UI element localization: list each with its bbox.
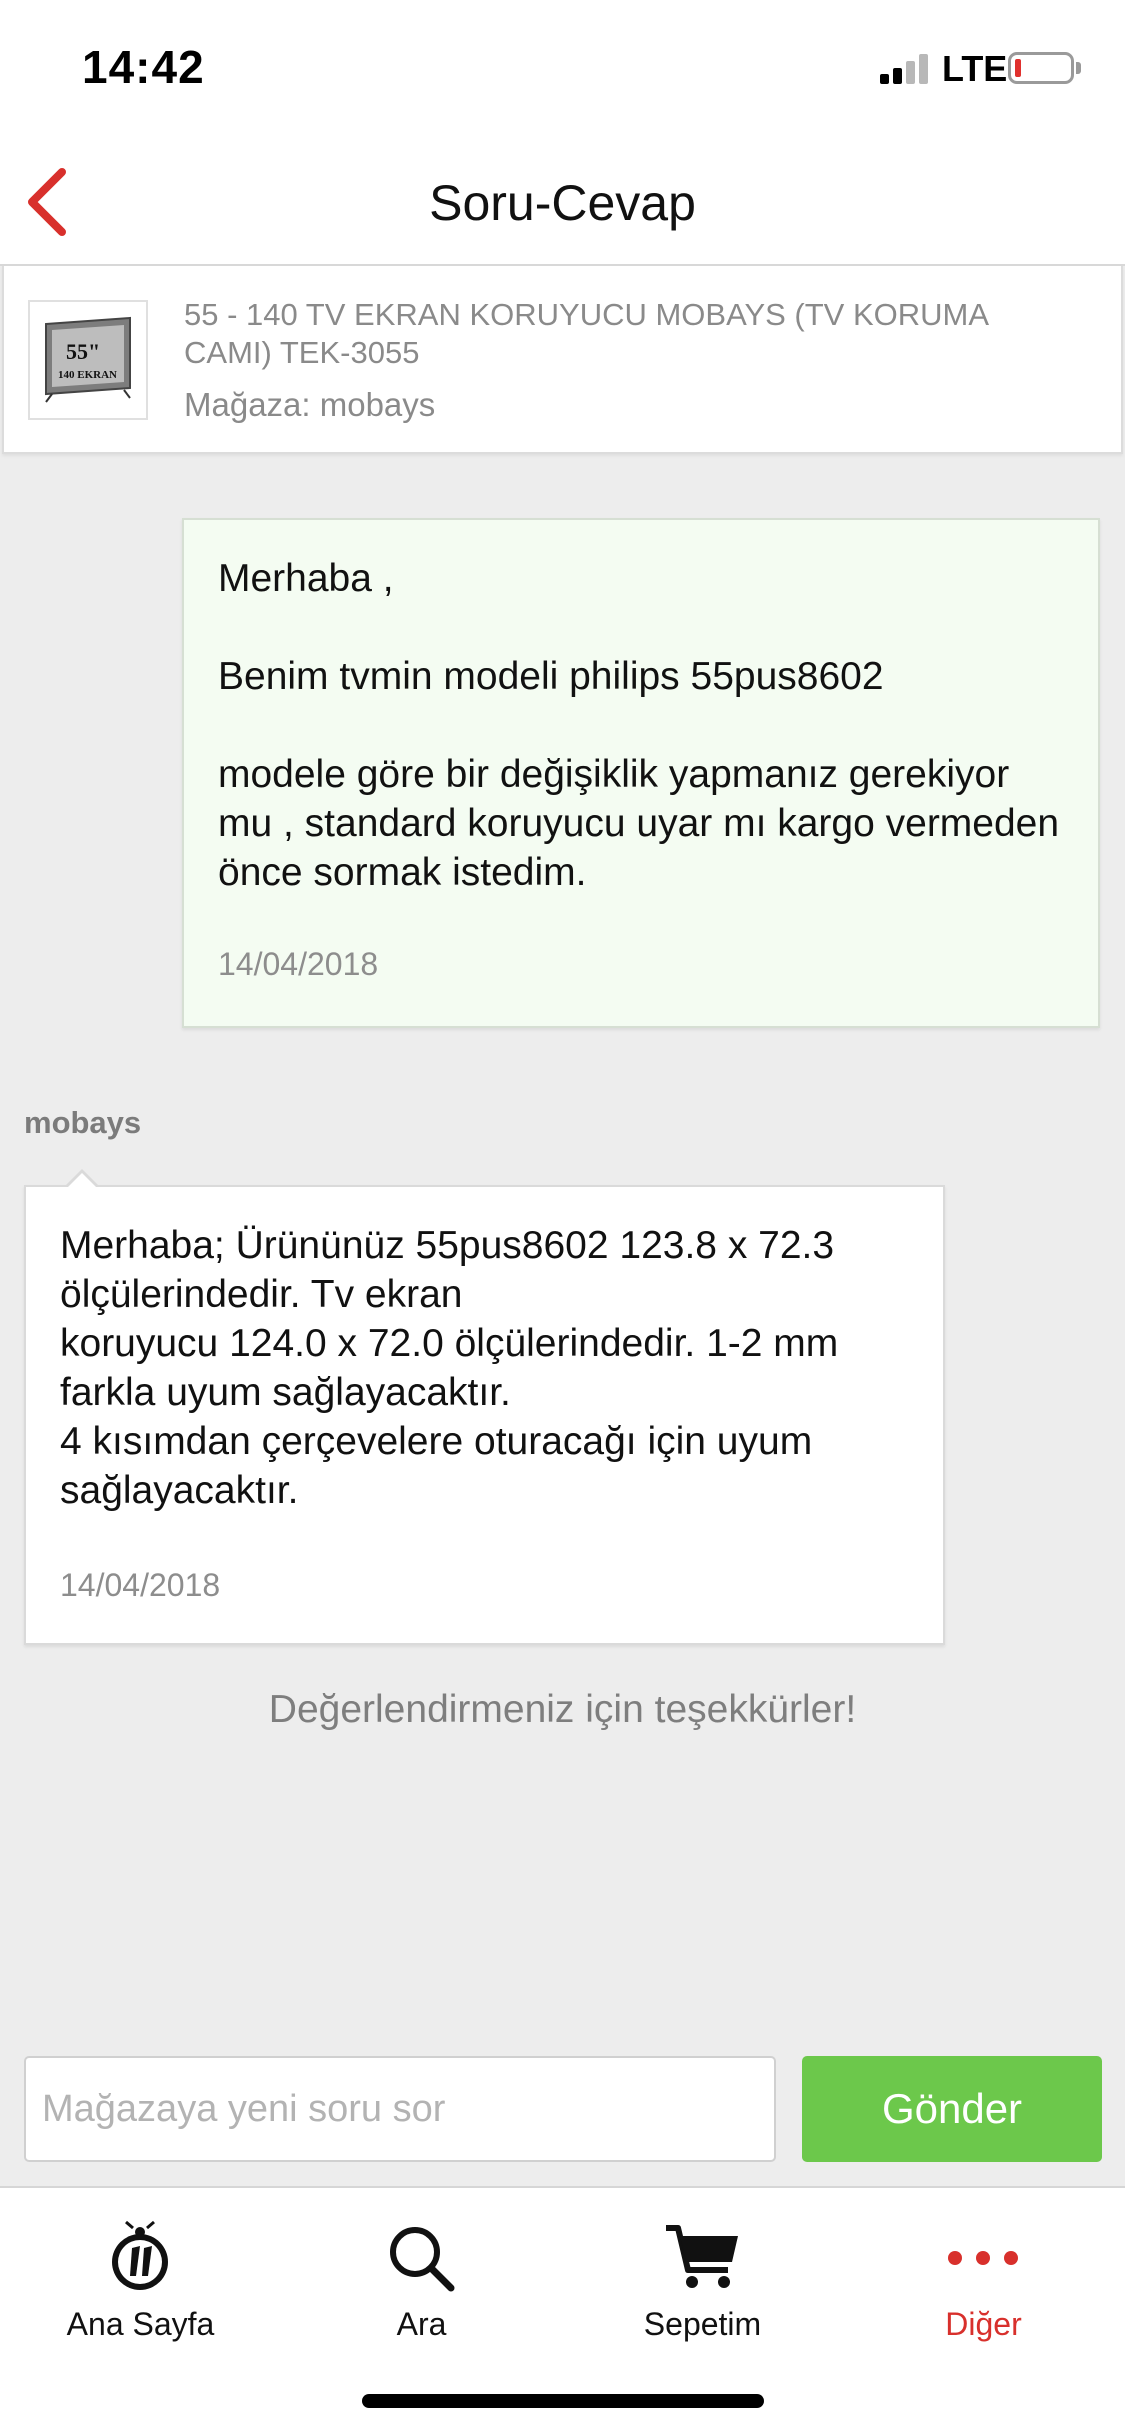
answer-author: mobays <box>24 1105 142 1140</box>
answer-text: Merhaba; Ürününüz 55pus8602 123.8 x 72.3… <box>60 1224 839 1512</box>
tab-search-label: Ara <box>396 2306 447 2342</box>
product-card[interactable]: 55" 140 EKRAN 55 - 140 TV EKRAN KORUYUCU… <box>2 266 1123 454</box>
battery-icon <box>1008 52 1074 84</box>
home-indicator <box>362 2394 764 2408</box>
page-title: Soru-Cevap <box>429 175 696 231</box>
signal-strength-icon <box>880 52 932 84</box>
nav-bar: Soru-Cevap <box>0 140 1125 266</box>
status-time: 14:42 <box>82 41 205 93</box>
tab-home-label: Ana Sayfa <box>66 2306 215 2342</box>
new-question-input[interactable] <box>24 2056 776 2162</box>
status-bar: 14:42 LTE <box>0 0 1125 140</box>
answer-bubble: Merhaba; Ürününüz 55pus8602 123.8 x 72.3… <box>24 1185 945 1645</box>
tab-more-label: Diğer <box>945 2306 1022 2342</box>
tab-home[interactable]: Ana Sayfa <box>0 2206 281 2346</box>
question-bubble: Merhaba , Benim tvmin modeli philips 55p… <box>182 518 1100 1028</box>
tab-more[interactable]: Diğer <box>843 2206 1124 2346</box>
cart-icon <box>666 2225 738 2288</box>
thumbnail-size-text: 55" <box>66 339 100 364</box>
answer-date: 14/04/2018 <box>60 1567 221 1603</box>
home-ladybug-icon <box>112 2220 168 2290</box>
more-dots-icon <box>948 2251 1018 2265</box>
send-button[interactable]: Gönder <box>802 2056 1102 2162</box>
tab-search[interactable]: Ara <box>281 2206 562 2346</box>
question-text: Merhaba , Benim tvmin modeli philips 55p… <box>218 557 1060 894</box>
product-thumbnail: 55" 140 EKRAN <box>28 300 148 420</box>
thanks-message: Değerlendirmeniz için teşekkürler! <box>268 1688 857 1731</box>
question-date: 14/04/2018 <box>218 946 379 982</box>
battery-cap <box>1076 62 1081 74</box>
network-type: LTE <box>942 48 1008 89</box>
product-name: 55 - 140 TV EKRAN KORUYUCU MOBAYS (TV KO… <box>184 297 988 370</box>
search-icon <box>390 2227 455 2292</box>
bubble-pointer-inner <box>66 1173 98 1189</box>
product-store: Mağaza: mobays <box>184 386 436 423</box>
tab-cart[interactable]: Sepetim <box>562 2206 843 2346</box>
tab-cart-label: Sepetim <box>643 2306 762 2342</box>
thumbnail-caption-text: 140 EKRAN <box>58 369 117 381</box>
